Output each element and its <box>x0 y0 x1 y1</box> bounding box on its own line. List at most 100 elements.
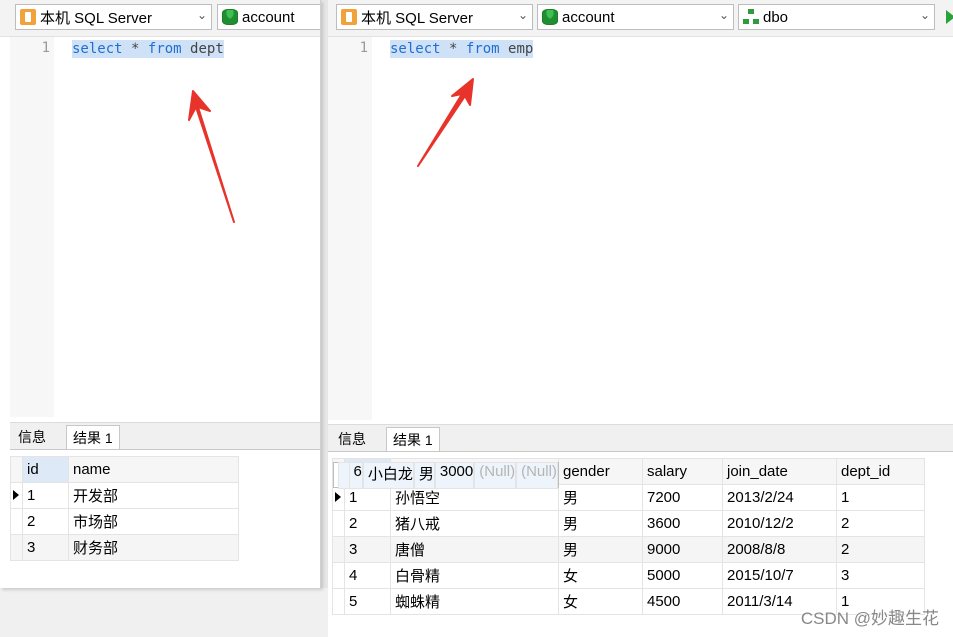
left-result-grid: id name 1 开发部 2 市场部 3 财务部 <box>10 456 320 588</box>
table-cell-null[interactable]: (Null) <box>474 461 517 489</box>
table-row[interactable]: 6 小白龙 男 3000 (Null) (Null) <box>332 461 559 489</box>
table-cell[interactable]: 2 <box>344 510 391 537</box>
table-cell[interactable]: 3 <box>836 562 925 589</box>
chevron-down-icon[interactable]: ⌄ <box>518 8 528 22</box>
left-connection-label: 本机 SQL Server <box>40 9 152 27</box>
column-header[interactable]: id <box>22 456 69 483</box>
table-cell[interactable]: 7200 <box>642 484 723 511</box>
table-cell[interactable]: 1 <box>22 482 69 509</box>
table-cell[interactable]: 4500 <box>642 588 723 615</box>
table-cell[interactable]: 9000 <box>642 536 723 563</box>
chevron-down-icon[interactable]: ⌄ <box>197 8 207 22</box>
table-row[interactable]: 1 开发部 <box>10 482 239 509</box>
table-cell[interactable]: 2 <box>22 508 69 535</box>
table-cell[interactable]: 3 <box>344 536 391 563</box>
table-cell[interactable]: 4 <box>344 562 391 589</box>
chevron-down-icon[interactable]: ⌄ <box>920 8 930 22</box>
tab-info[interactable]: 信息 <box>12 425 52 449</box>
table-cell[interactable]: 2015/10/7 <box>722 562 837 589</box>
right-connection-select[interactable]: 本机 SQL Server ⌄ <box>336 4 533 30</box>
left-connection-select[interactable]: 本机 SQL Server ⌄ <box>15 4 212 30</box>
table-cell[interactable]: 女 <box>558 588 643 615</box>
tab-result-1[interactable]: 结果 1 <box>66 425 120 449</box>
sql-query-text[interactable]: select * from dept <box>72 40 224 58</box>
table-cell[interactable]: 3 <box>22 534 69 561</box>
star-token: * <box>131 41 140 57</box>
table-cell[interactable]: 2 <box>836 510 925 537</box>
table-cell[interactable]: 蜘蛛精 <box>390 588 559 615</box>
database-icon <box>222 9 238 25</box>
keyword-select: select <box>72 41 123 57</box>
table-cell[interactable]: 男 <box>558 510 643 537</box>
current-row-marker-icon <box>13 490 19 500</box>
right-toolbar: 本机 SQL Server ⌄ account ⌄ dbo ⌄ <box>328 0 953 37</box>
table-cell[interactable]: 唐僧 <box>390 536 559 563</box>
chevron-down-icon[interactable]: ⌄ <box>719 8 729 22</box>
table-row[interactable]: 3 唐僧 男 9000 2008/8/8 2 <box>332 536 925 563</box>
header-row: id name <box>10 456 239 483</box>
table-cell[interactable]: 小白龙 <box>362 461 414 489</box>
table-row[interactable]: 2 市场部 <box>10 508 239 535</box>
table-name-token: dept <box>190 41 224 57</box>
table-cell[interactable]: 2008/8/8 <box>722 536 837 563</box>
tab-info[interactable]: 信息 <box>332 427 372 451</box>
line-number: 1 <box>41 40 50 56</box>
left-database-label: account <box>242 8 295 26</box>
row-indicator <box>10 534 23 561</box>
column-header[interactable]: dept_id <box>836 458 925 485</box>
row-indicator <box>10 482 23 509</box>
table-cell[interactable]: 3000 <box>434 461 475 489</box>
table-cell[interactable]: 1 <box>836 484 925 511</box>
table-cell[interactable]: 2013/2/24 <box>722 484 837 511</box>
right-database-select[interactable]: account ⌄ <box>537 4 734 30</box>
column-header[interactable]: name <box>68 456 239 483</box>
table-cell[interactable]: 男 <box>413 461 435 489</box>
left-toolbar: 本机 SQL Server ⌄ account <box>0 0 320 37</box>
table-cell[interactable]: 2010/12/2 <box>722 510 837 537</box>
right-query-window: 本机 SQL Server ⌄ account ⌄ dbo ⌄ 1 select… <box>328 0 953 637</box>
table-cell[interactable]: 3600 <box>642 510 723 537</box>
background-area <box>0 588 328 637</box>
right-result-tabs: 信息 结果 1 <box>328 424 953 452</box>
right-schema-select[interactable]: dbo ⌄ <box>738 4 935 30</box>
table-cell-null[interactable]: (Null) <box>516 461 558 489</box>
table-cell[interactable]: 开发部 <box>68 482 239 509</box>
row-indicator <box>332 510 345 537</box>
left-database-select[interactable]: account <box>217 4 320 30</box>
database-icon <box>542 9 558 25</box>
table-cell[interactable]: 5 <box>344 588 391 615</box>
tab-result-1[interactable]: 结果 1 <box>386 427 440 451</box>
row-indicator <box>332 562 345 589</box>
table-row[interactable]: 3 财务部 <box>10 534 239 561</box>
table-cell[interactable]: 市场部 <box>68 508 239 535</box>
right-sql-editor[interactable]: 1 select * from emp <box>328 37 953 420</box>
row-indicator <box>332 588 345 615</box>
table-cell[interactable]: 6 <box>348 461 363 489</box>
table-row[interactable]: 4 白骨精 女 5000 2015/10/7 3 <box>332 562 925 589</box>
column-header[interactable]: join_date <box>722 458 837 485</box>
keyword-from: from <box>147 41 182 57</box>
star-token: * <box>449 41 458 57</box>
left-sql-editor[interactable]: 1 select * from dept <box>10 37 320 417</box>
row-indicator <box>337 461 349 489</box>
server-icon <box>341 9 357 25</box>
table-cell[interactable]: 白骨精 <box>390 562 559 589</box>
pane-divider[interactable] <box>320 0 328 637</box>
run-icon[interactable] <box>946 10 953 24</box>
left-query-window: 本机 SQL Server ⌄ account 1 select * from … <box>0 0 321 588</box>
table-row[interactable]: 2 猪八戒 男 3600 2010/12/2 2 <box>332 510 925 537</box>
column-header[interactable]: gender <box>558 458 643 485</box>
table-cell[interactable]: 猪八戒 <box>390 510 559 537</box>
sql-query-text[interactable]: select * from emp <box>390 40 534 58</box>
table-cell[interactable]: 财务部 <box>68 534 239 561</box>
table-cell[interactable]: 女 <box>558 562 643 589</box>
row-indicator <box>10 508 23 535</box>
line-number-gutter: 1 <box>328 37 372 420</box>
table-name-token: emp <box>508 41 534 57</box>
table-cell[interactable]: 5000 <box>642 562 723 589</box>
table-cell[interactable]: 2 <box>836 536 925 563</box>
column-header[interactable]: salary <box>642 458 723 485</box>
table-cell[interactable]: 男 <box>558 484 643 511</box>
keyword-select: select <box>390 41 441 57</box>
table-cell[interactable]: 男 <box>558 536 643 563</box>
